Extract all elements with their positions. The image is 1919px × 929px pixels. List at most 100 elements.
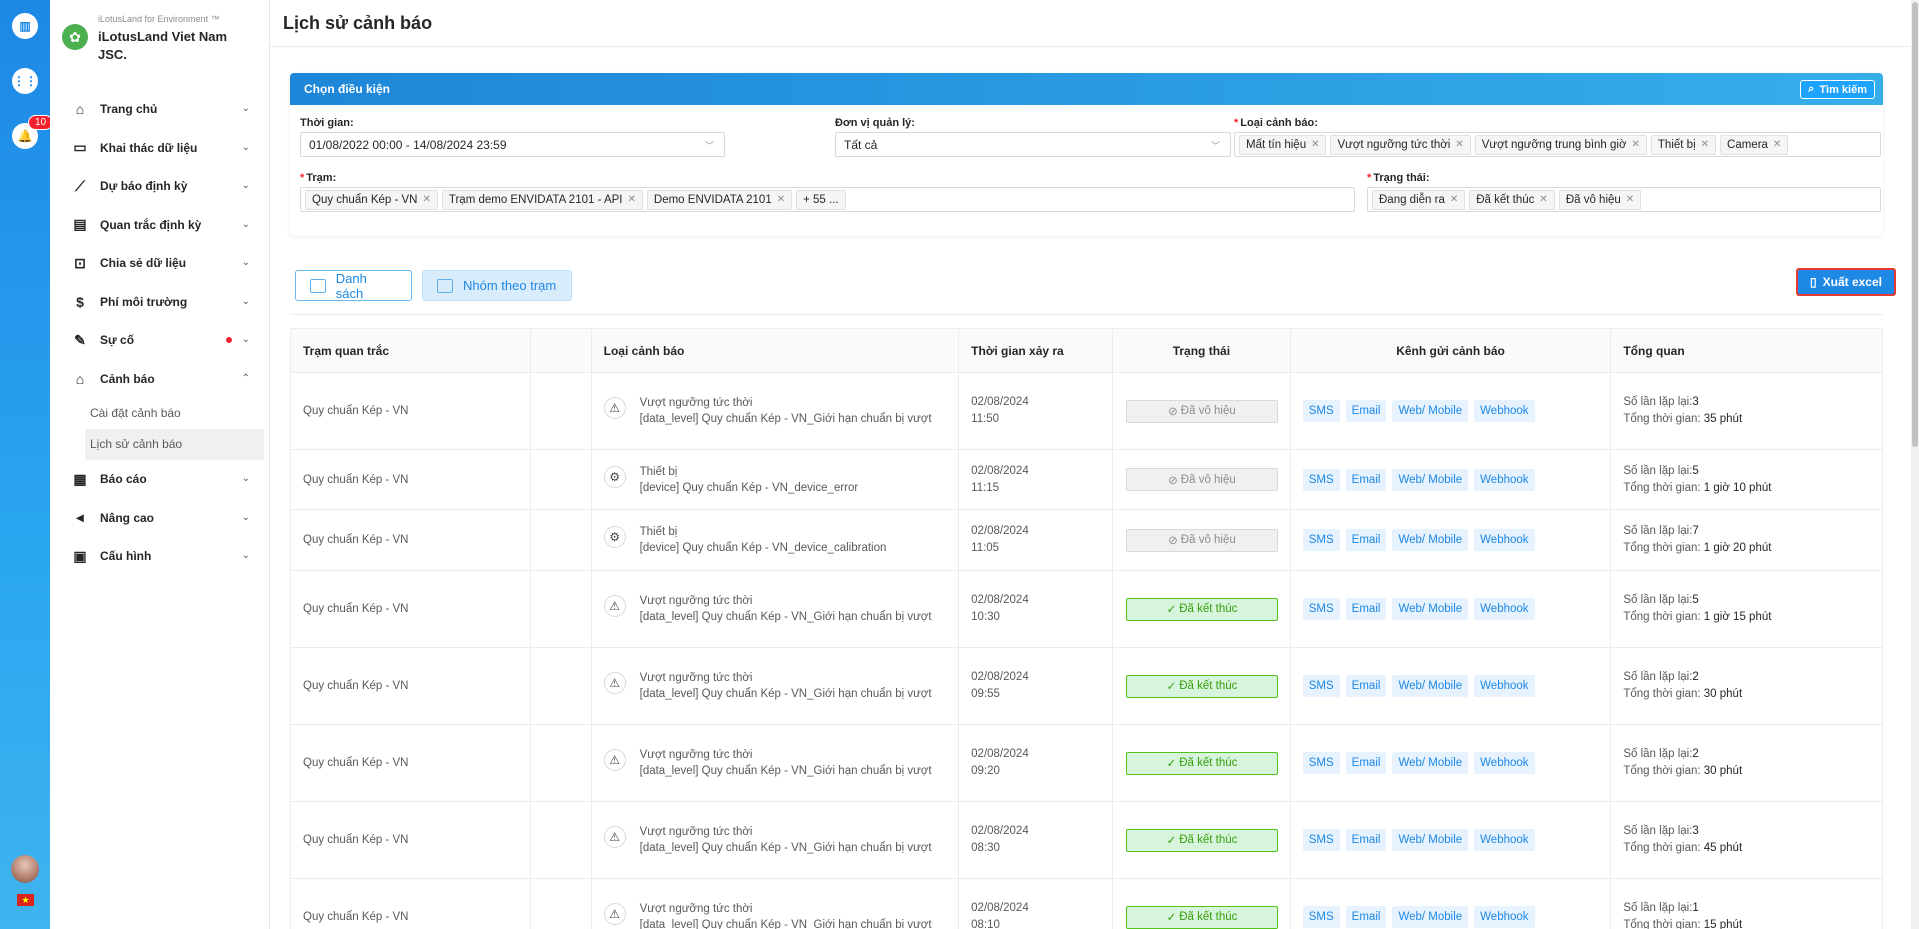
tag-label: Đã vô hiệu: [1565, 193, 1621, 206]
sidebar-item-quan-trac[interactable]: ▤ Quan trắc định kỳ ⌄: [50, 206, 270, 245]
sidebar-item-bao-cao[interactable]: ▦ Báo cáo ⌄: [50, 460, 270, 499]
summary-text: Số lần lặp lại:5 Tổng thời gian: 1 giờ 10…: [1623, 463, 1771, 497]
column-header[interactable]: Thời gian xảy ra: [959, 329, 1113, 372]
alert-type-tag[interactable]: Thiết bị ✕: [1650, 134, 1717, 155]
close-icon[interactable]: ✕: [1455, 139, 1463, 150]
alert-type-cell: ⚠ Vượt ngưỡng tức thời [data_level] Quy ch…: [592, 648, 960, 724]
filter-card: Chọn điều kiện ⌕ Tìm kiếm Thời gian: 01/0…: [290, 73, 1883, 236]
column-header[interactable]: Loại cảnh báo: [592, 329, 960, 372]
status-text: Đã kết thúc: [1179, 834, 1238, 846]
vietnam-flag-icon[interactable]: ★: [17, 894, 34, 906]
status-tag[interactable]: Đã kết thúc ✕: [1469, 189, 1555, 210]
status-select[interactable]: Đang diễn ra ✕ Đã kết thúc ✕ Đã vô hiệu ✕: [1367, 187, 1881, 212]
check-icon: ✓: [1166, 835, 1177, 847]
sidebar-subitem-cai-dat-canh-bao[interactable]: Cài đặt cảnh báo: [50, 398, 270, 429]
column-header[interactable]: Tổng quan: [1611, 329, 1882, 372]
station-tag[interactable]: Demo ENVIDATA 2101 ✕: [646, 189, 793, 210]
column-header[interactable]: Trạm quan trắc: [291, 329, 531, 372]
channel-badge: Web/ Mobile: [1392, 598, 1469, 620]
sidebar-item-khai-thac[interactable]: ▭ Khai thác dữ liệu ⌄: [50, 129, 270, 168]
sidebar-item-su-co[interactable]: ✎ Sự cố ⌄: [50, 321, 270, 360]
time-range-picker[interactable]: 01/08/2022 00:00 - 14/08/2024 23:59 ﹀: [300, 132, 725, 157]
column-header[interactable]: Trạng thái: [1113, 329, 1291, 372]
group-by-station-button[interactable]: Nhóm theo trạm: [422, 270, 572, 301]
time-value: 02/08/2024 08:10: [971, 900, 1029, 929]
date-text: 02/08/2024: [971, 594, 1029, 606]
alert-type-tag[interactable]: Vượt ngưỡng tức thời ✕: [1330, 134, 1471, 155]
time-text: 10:30: [971, 611, 1000, 623]
close-icon[interactable]: ✕: [1626, 194, 1634, 205]
table-row[interactable]: Quy chuẩn Kép - VN ⚠ Vượt ngưỡng tức thời […: [291, 373, 1882, 450]
export-excel-button[interactable]: ▯ Xuất excel: [1796, 268, 1896, 296]
empty-cell: [531, 648, 592, 724]
close-icon[interactable]: ✕: [1773, 139, 1781, 150]
sidebar-subitem-lich-su-canh-bao[interactable]: Lịch sử cảnh báo: [85, 429, 264, 460]
sidebar-item-chia-se[interactable]: ⊡ Chia sẻ dữ liệu ⌄: [50, 244, 270, 283]
search-button[interactable]: ⌕ Tìm kiếm: [1800, 80, 1875, 99]
close-icon[interactable]: ✕: [422, 194, 430, 205]
alert-type-cell: ⚙ Thiết bị [device] Quy chuẩn Kép - VN_dev…: [592, 510, 960, 570]
table-row[interactable]: Quy chuẩn Kép - VN ⚙ Thiết bị [device] Quy …: [291, 450, 1882, 510]
summary-cell: Số lần lặp lại:5 Tổng thời gian: 1 giờ 10…: [1611, 450, 1882, 509]
close-icon[interactable]: ✕: [1450, 194, 1458, 205]
repeat-count-label: Số lần lặp lại:: [1623, 748, 1693, 760]
disabled-icon: ⊘: [1168, 535, 1178, 547]
duration-value: 30 phút: [1703, 765, 1743, 777]
scrollbar-thumb[interactable]: [1912, 2, 1918, 447]
chevron-down-icon: ⌄: [241, 550, 250, 561]
date-text: 02/08/2024: [971, 396, 1029, 408]
close-icon[interactable]: ✕: [1311, 139, 1319, 150]
export-excel-label: Xuất excel: [1822, 275, 1882, 289]
sidebar-item-canh-bao[interactable]: ⌂ Cảnh báo ⌃: [50, 360, 270, 399]
close-icon[interactable]: ✕: [628, 194, 636, 205]
sidebar-item-cau-hinh[interactable]: ▣ Cấu hình ⌄: [50, 537, 270, 576]
station-tag[interactable]: Trạm demo ENVIDATA 2101 - API ✕: [441, 189, 643, 210]
close-icon[interactable]: ✕: [1701, 139, 1709, 150]
station-select[interactable]: Quy chuẩn Kép - VN ✕ Trạm demo ENVIDATA 2…: [300, 187, 1355, 212]
sidebar-item-phi-moi-truong[interactable]: $ Phí môi trường ⌄: [50, 283, 270, 322]
status-badge: ✓ Đã kết thúc: [1125, 751, 1278, 775]
close-icon[interactable]: ✕: [1632, 139, 1640, 150]
alert-type-select[interactable]: Mất tín hiệu ✕ Vượt ngưỡng tức thời ✕ Vượt…: [1234, 132, 1881, 157]
status-tag[interactable]: Đang diễn ra ✕: [1372, 189, 1466, 210]
column-header[interactable]: Kênh gửi cảnh báo: [1291, 329, 1612, 372]
table-row[interactable]: Quy chuẩn Kép - VN ⚙ Thiết bị [device] Quy …: [291, 510, 1882, 571]
station-label: * Trạm:: [300, 172, 337, 184]
table-row[interactable]: Quy chuẩn Kép - VN ⚠ Vượt ngưỡng tức thời […: [291, 802, 1882, 879]
station-tag[interactable]: Quy chuẩn Kép - VN ✕: [305, 189, 438, 210]
alert-type-tag[interactable]: Mất tín hiệu ✕: [1239, 134, 1327, 155]
device-gear-icon: ⚙: [603, 526, 626, 548]
user-avatar[interactable]: [11, 855, 39, 883]
unit-select[interactable]: Tất cả ﹀: [835, 132, 1231, 157]
apps-grid-icon[interactable]: ⋮⋮: [12, 68, 38, 94]
sidebar-item-du-bao[interactable]: ⟋ Dự báo định kỳ ⌄: [50, 167, 270, 206]
table-row[interactable]: Quy chuẩn Kép - VN ⚠ Vượt ngưỡng tức thời […: [291, 725, 1882, 802]
divider: [290, 314, 1883, 315]
alert-type-tag[interactable]: Camera ✕: [1720, 134, 1789, 155]
sidebar-item-nang-cao[interactable]: ◂ Nâng cao ⌄: [50, 499, 270, 538]
app-logo-icon[interactable]: ▥: [12, 13, 38, 39]
duration-line: Tổng thời gian: 35 phút: [1623, 411, 1742, 428]
status-tag[interactable]: Đã vô hiệu ✕: [1558, 189, 1642, 210]
scrollbar[interactable]: [1911, 0, 1919, 929]
alert-type-tag[interactable]: Vượt ngưỡng trung bình giờ ✕: [1474, 134, 1647, 155]
alert-detail: [device] Quy chuẩn Kép - VN_device_calib…: [639, 542, 887, 554]
time-label: Thời gian:: [300, 117, 354, 129]
tag-label: Quy chuẩn Kép - VN: [312, 193, 418, 206]
list-view-button[interactable]: Danh sách: [295, 270, 412, 301]
chevron-down-icon: ⌄: [241, 473, 250, 484]
duration-label: Tổng thời gian:: [1623, 919, 1701, 929]
table-row[interactable]: Quy chuẩn Kép - VN ⚠ Vượt ngưỡng tức thời […: [291, 879, 1882, 929]
close-icon[interactable]: ✕: [1539, 194, 1547, 205]
list-icon: [310, 278, 326, 293]
repeat-count-line: Số lần lặp lại:1: [1623, 900, 1742, 917]
table-row[interactable]: Quy chuẩn Kép - VN ⚠ Vượt ngưỡng tức thời […: [291, 571, 1882, 648]
status-cell: ✓ Đã kết thúc: [1113, 571, 1291, 647]
repeat-count-line: Số lần lặp lại:3: [1623, 823, 1742, 840]
table-row[interactable]: Quy chuẩn Kép - VN ⚠ Vượt ngưỡng tức thời […: [291, 648, 1882, 725]
close-icon[interactable]: ✕: [777, 194, 785, 205]
station-more-tag[interactable]: + 55 ...: [796, 189, 846, 210]
channel-badge: Email: [1345, 400, 1387, 422]
sidebar-item-trang-chu[interactable]: ⌂ Trang chủ ⌄: [50, 90, 270, 129]
status-text: Đã kết thúc: [1179, 911, 1238, 923]
